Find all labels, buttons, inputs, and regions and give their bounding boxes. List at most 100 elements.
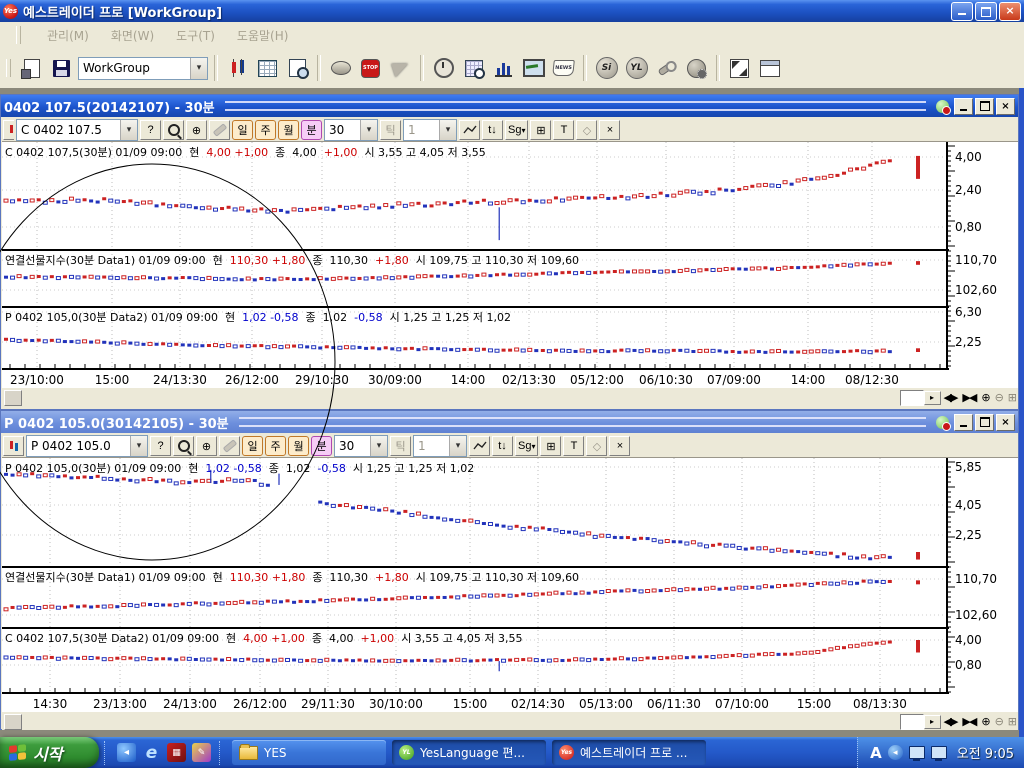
tick-count-select[interactable]: 1 ▾ xyxy=(413,435,467,457)
close-button[interactable]: × xyxy=(999,2,1021,21)
chevron-down-icon[interactable]: ▾ xyxy=(439,120,456,140)
compress-bars-icon[interactable]: ▶◀ xyxy=(962,391,975,404)
show-desktop-icon[interactable]: ◂ xyxy=(117,743,136,762)
period-day-button[interactable]: 일 xyxy=(242,436,263,456)
candle-chart-button[interactable] xyxy=(3,436,24,456)
system-monitor-icon[interactable] xyxy=(520,53,547,83)
chart-icon[interactable] xyxy=(224,53,251,83)
interval-select[interactable]: 30 ▾ xyxy=(334,435,388,457)
grid-icon[interactable]: ⊞ xyxy=(1008,391,1015,404)
period-month-button[interactable]: 월 xyxy=(278,120,299,140)
scrollbar-thumb[interactable] xyxy=(900,714,924,730)
ime-language-icon[interactable]: A xyxy=(870,744,882,762)
minimize-button[interactable] xyxy=(951,2,973,21)
minimize-button[interactable] xyxy=(954,98,973,115)
toolbar-grip[interactable] xyxy=(6,59,11,77)
expand-bars-icon[interactable]: ◀▶ xyxy=(944,715,957,728)
network-icon[interactable] xyxy=(931,746,947,759)
save-icon[interactable] xyxy=(48,53,75,83)
symbol-select[interactable]: C 0402 107.5 ▾ xyxy=(16,119,138,141)
chevron-down-icon[interactable]: ▾ xyxy=(130,436,147,456)
titlebar-stretch-grip[interactable] xyxy=(225,101,926,111)
zoom-in-icon[interactable]: ⊕ xyxy=(981,715,988,728)
menu-tools[interactable]: 도구(T) xyxy=(176,27,215,44)
delete-tool-button[interactable]: × xyxy=(609,436,630,456)
help-button[interactable]: ? xyxy=(150,436,171,456)
candle-chart-button[interactable] xyxy=(3,120,14,140)
alert-balloon-icon[interactable] xyxy=(936,100,949,113)
scroll-cap[interactable] xyxy=(4,714,22,730)
line-chart-button[interactable] xyxy=(469,436,490,456)
text-tool-button[interactable]: T xyxy=(553,120,574,140)
diamond-tool-button[interactable]: ◇ xyxy=(576,120,597,140)
yeslanguage-icon[interactable]: YL xyxy=(623,53,650,83)
task-button-yeslanguage[interactable]: YL YesLanguage 편... xyxy=(392,740,546,765)
period-minute-button[interactable]: 분 xyxy=(311,436,332,456)
grid-layout-button[interactable]: ⊞ xyxy=(540,436,561,456)
task-button-yestrader[interactable]: Yes 예스트레이더 프로 ... xyxy=(552,740,706,765)
scroll-cap[interactable] xyxy=(4,390,22,406)
news-icon[interactable]: NEWS xyxy=(550,53,577,83)
chart-window-titlebar[interactable]: 0402 107.5(20142107) - 30분 × xyxy=(1,95,1018,117)
maximize-button[interactable] xyxy=(975,98,994,115)
task-button-yes-folder[interactable]: YES xyxy=(232,740,386,765)
diamond-tool-button[interactable]: ◇ xyxy=(586,436,607,456)
close-button[interactable]: × xyxy=(996,414,1015,431)
chevron-down-icon[interactable]: ▾ xyxy=(370,436,387,456)
line-chart-button[interactable] xyxy=(459,120,480,140)
chart-plot-area[interactable]: 4,002,400,80C 0402 107,5(30분) 01/09 09:0… xyxy=(2,141,1018,388)
stop-order-icon[interactable]: STOP xyxy=(357,53,384,83)
chart-window-call[interactable]: 0402 107.5(20142107) - 30분 × C 0402 107.… xyxy=(0,94,1019,410)
chevron-down-icon[interactable]: ▾ xyxy=(360,120,377,140)
workgroup-select[interactable]: WorkGroup ▾ xyxy=(78,57,208,80)
media-icon[interactable]: ▦ xyxy=(167,743,186,762)
crosshair-button[interactable]: ⊕ xyxy=(186,120,207,140)
alert-balloon-icon[interactable] xyxy=(936,416,949,429)
chevron-down-icon[interactable]: ▾ xyxy=(120,120,137,140)
symbol-select[interactable]: P 0402 105.0 ▾ xyxy=(26,435,148,457)
minimize-button[interactable] xyxy=(954,414,973,431)
titlebar-stretch-grip[interactable] xyxy=(239,417,926,427)
order-send-icon[interactable] xyxy=(387,53,414,83)
chart-window-put[interactable]: P 0402 105.0(30142105) - 30분 × P 0402 10… xyxy=(0,410,1019,730)
text-tool-button[interactable]: T xyxy=(563,436,584,456)
performance-icon[interactable] xyxy=(490,53,517,83)
scroll-right-button[interactable]: ▸ xyxy=(924,715,941,729)
settings-icon[interactable] xyxy=(683,53,710,83)
help-button[interactable]: ? xyxy=(140,120,161,140)
start-button[interactable]: 시작 xyxy=(0,737,99,768)
maximize-button[interactable] xyxy=(975,414,994,431)
chevron-down-icon[interactable]: ▾ xyxy=(449,436,466,456)
grid-icon[interactable]: ⊞ xyxy=(1008,715,1015,728)
tools-icon[interactable] xyxy=(653,53,680,83)
delete-tool-button[interactable]: × xyxy=(599,120,620,140)
menu-screen[interactable]: 화면(W) xyxy=(111,27,154,44)
app-titlebar[interactable]: Yes 예스트레이더 프로 [WorkGroup] × xyxy=(0,0,1024,22)
formula-search-icon[interactable] xyxy=(460,53,487,83)
scrollbar-thumb[interactable] xyxy=(900,390,924,406)
crosshair-button[interactable]: ⊕ xyxy=(196,436,217,456)
signal-overlay-button[interactable]: Sg▾ xyxy=(515,436,538,456)
interval-select[interactable]: 30 ▾ xyxy=(324,119,378,141)
pencil-button[interactable] xyxy=(219,436,240,456)
pencil-button[interactable] xyxy=(209,120,230,140)
stock-search-icon[interactable] xyxy=(284,53,311,83)
period-week-button[interactable]: 주 xyxy=(255,120,276,140)
compress-bars-icon[interactable]: ▶◀ xyxy=(962,715,975,728)
period-minute-button[interactable]: 분 xyxy=(301,120,322,140)
chart-window-titlebar[interactable]: P 0402 105.0(30142105) - 30분 × xyxy=(1,411,1018,433)
close-button[interactable]: × xyxy=(996,98,1015,115)
signal-overlay-button[interactable]: Sg▾ xyxy=(505,120,528,140)
magnify-button[interactable] xyxy=(173,436,194,456)
scroll-right-button[interactable]: ▸ xyxy=(924,391,941,405)
tick-count-select[interactable]: 1 ▾ xyxy=(403,119,457,141)
fullscreen-icon[interactable] xyxy=(726,53,753,83)
chevron-down-icon[interactable]: ▾ xyxy=(190,58,207,79)
tray-collapse-icon[interactable]: ◂ xyxy=(888,745,903,760)
tick-button[interactable]: 틱 xyxy=(390,436,411,456)
period-day-button[interactable]: 일 xyxy=(232,120,253,140)
period-week-button[interactable]: 주 xyxy=(265,436,286,456)
new-workspace-icon[interactable] xyxy=(18,53,45,83)
time-tool-icon[interactable] xyxy=(430,53,457,83)
grid-layout-button[interactable]: ⊞ xyxy=(530,120,551,140)
